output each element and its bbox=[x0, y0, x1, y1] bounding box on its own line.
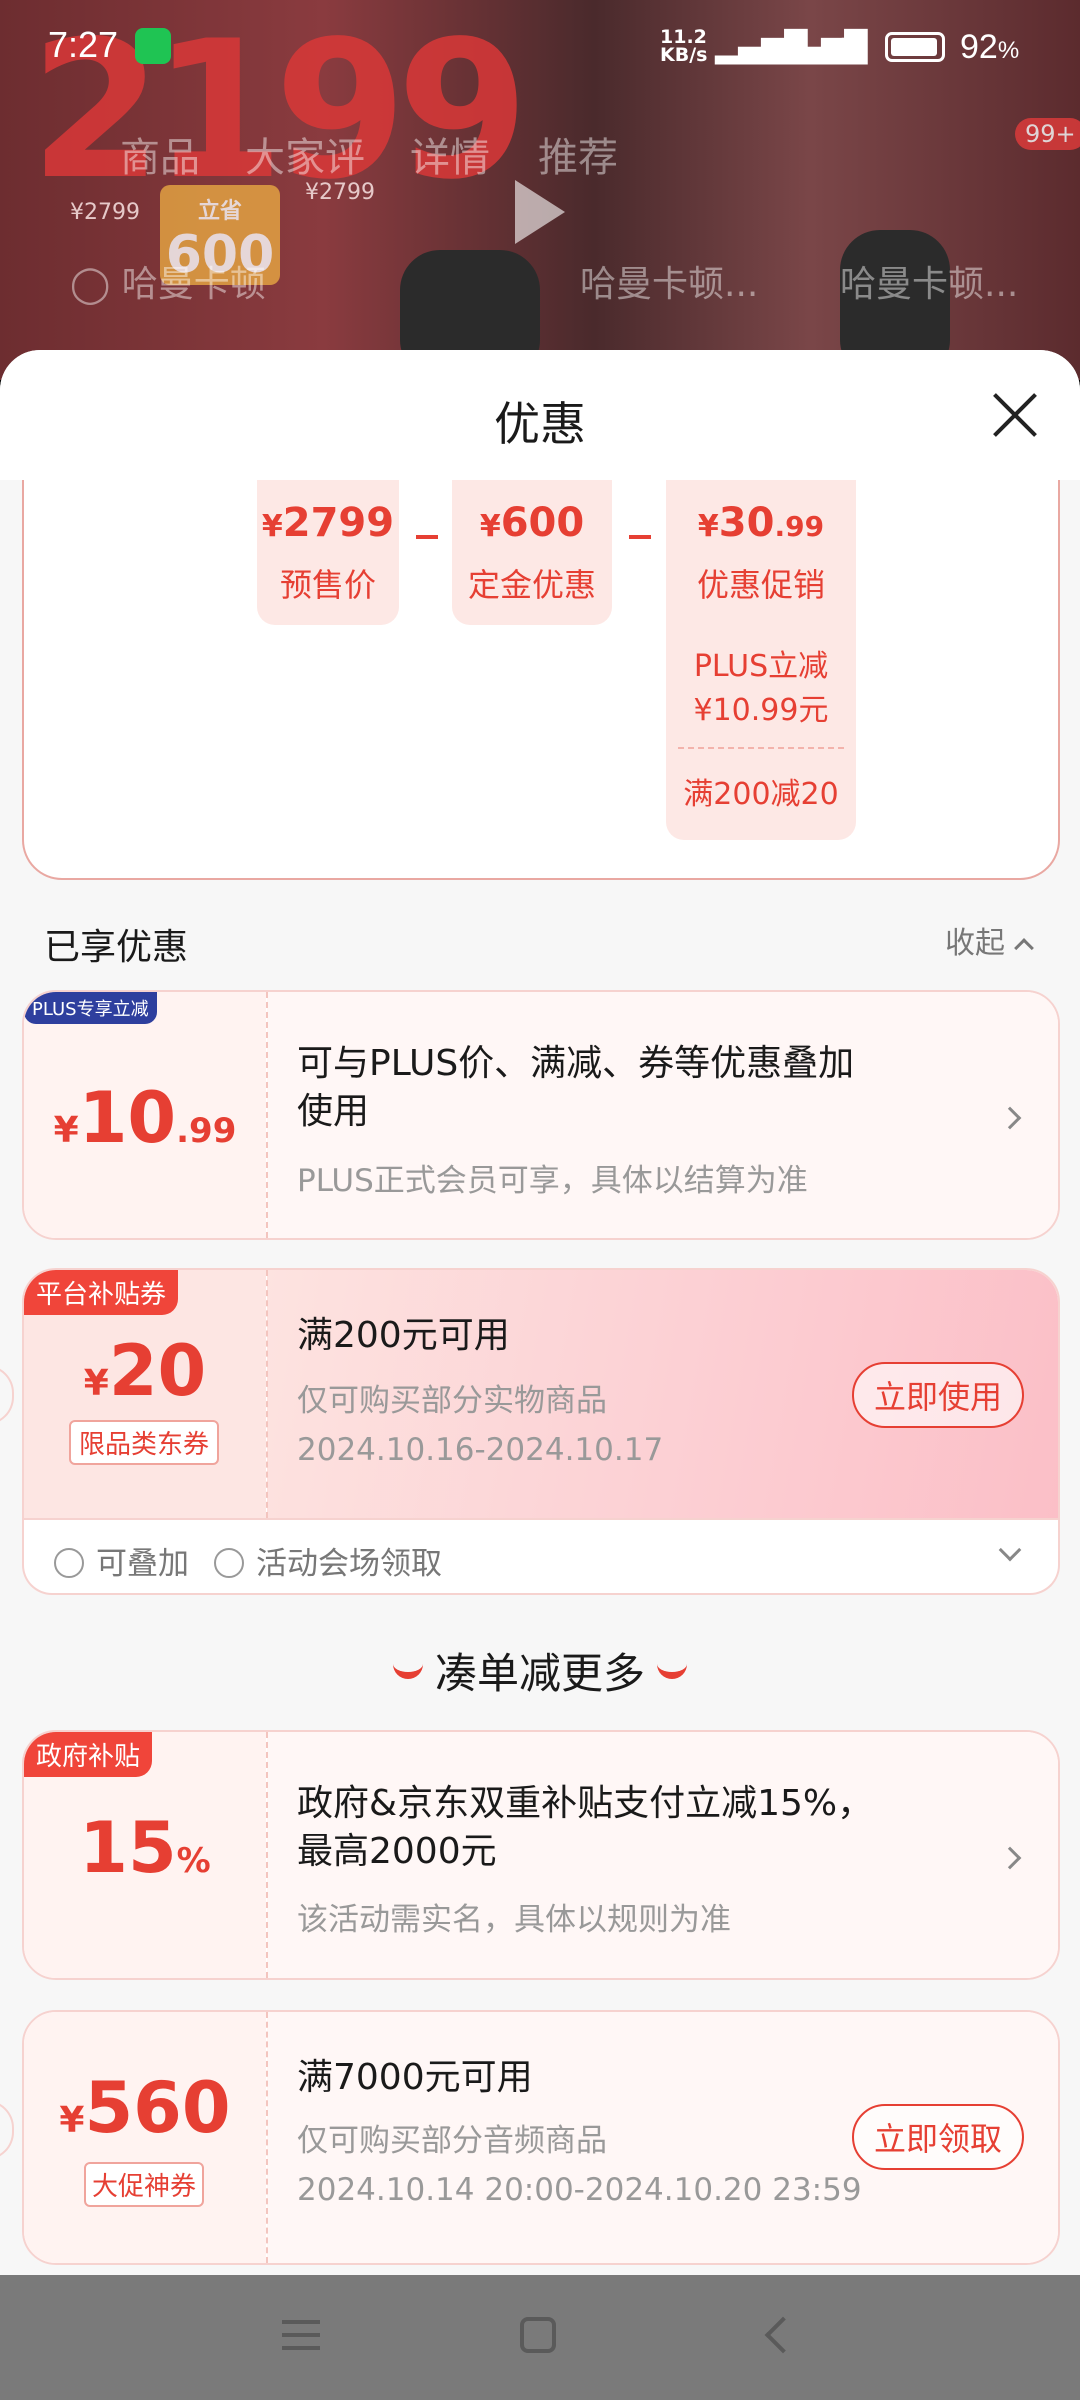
bg-tab-details: 详情 bbox=[410, 135, 490, 181]
promo-detail: PLUS立减 ¥10.99元 满200减20 bbox=[666, 625, 856, 840]
claim-now-button[interactable]: 立即领取 bbox=[851, 2104, 1024, 2170]
plus-card-desc: PLUS正式会员可享，具体以结算为准 bbox=[297, 1163, 808, 1199]
section-title-enjoyed: 已享优惠 bbox=[44, 927, 189, 968]
coupon-footer[interactable]: 可叠加 活动会场领取 bbox=[22, 1520, 1060, 1595]
battery-percent: 92% bbox=[960, 28, 1020, 66]
more-section-title: 凑单减更多 bbox=[0, 1640, 1080, 1701]
chevron-down-icon[interactable] bbox=[998, 1538, 1022, 1562]
promo-coupon-desc: 仅可购买部分音频商品 bbox=[297, 2123, 607, 2159]
coupon-notch bbox=[0, 1365, 14, 1425]
smile-icon bbox=[657, 1663, 687, 1679]
promo-label: 优惠促销 bbox=[696, 566, 825, 604]
status-time: 7:27 bbox=[48, 24, 119, 65]
back-icon[interactable] bbox=[764, 2316, 802, 2354]
presale-amount: 2799 bbox=[282, 500, 395, 546]
play-icon bbox=[515, 180, 565, 244]
plus-card-title: 可与PLUS价、满减、券等优惠叠加 使用 bbox=[297, 1043, 855, 1132]
bg-save-label: 立省 bbox=[197, 199, 242, 224]
use-now-button[interactable]: 立即使用 bbox=[851, 1362, 1024, 1428]
net-speed: 11.2 KB/s bbox=[660, 28, 708, 66]
battery-icon bbox=[885, 32, 945, 62]
gov-card-title: 政府&京东双重补贴支付立减15%， 最高2000元 bbox=[297, 1783, 874, 1872]
presale-label: 预售价 bbox=[279, 566, 376, 604]
gov-tag: 政府补贴 bbox=[24, 1732, 153, 1777]
source-info: 活动会场领取 bbox=[214, 1538, 442, 1583]
gov-amount: 15% bbox=[79, 1807, 211, 1889]
coupon-amount: ¥20 bbox=[83, 1330, 207, 1412]
promo-amount: 30 bbox=[718, 500, 775, 546]
menu-icon[interactable] bbox=[282, 2320, 320, 2350]
chevron-up-icon bbox=[1014, 938, 1034, 958]
bg-tab-product: 商品 bbox=[120, 135, 200, 181]
system-nav-bar bbox=[0, 2275, 1080, 2400]
ticket-icon bbox=[214, 1547, 244, 1578]
coupon-tag: 平台补贴券 bbox=[24, 1270, 179, 1315]
promo-item: 满200减20 bbox=[683, 777, 839, 812]
home-icon[interactable] bbox=[520, 2317, 556, 2353]
deposit-amount: 600 bbox=[500, 500, 585, 546]
promo-item: PLUS立减 bbox=[693, 649, 829, 684]
coupon-notch bbox=[0, 2100, 14, 2160]
bg-search-item: 哈曼卡顿... bbox=[580, 264, 759, 305]
bg-old-price: ¥2799 bbox=[70, 200, 140, 225]
promo-pill: ¥30.99 优惠促销 bbox=[666, 480, 856, 625]
stack-icon bbox=[54, 1547, 84, 1578]
coupon-desc: 仅可购买部分实物商品 bbox=[297, 1383, 607, 1419]
promo-coupon-amount: ¥560 bbox=[59, 2067, 231, 2149]
close-icon[interactable] bbox=[990, 390, 1040, 440]
collapse-button[interactable]: 收起 bbox=[945, 918, 1034, 962]
plus-amount: ¥10.99 bbox=[53, 1077, 237, 1159]
smile-icon bbox=[392, 1663, 423, 1679]
platform-coupon-card: 平台补贴券 ¥20 限品类东券 满200元可用 仅可购买部分实物商品 2024.… bbox=[22, 1268, 1060, 1520]
search-icon: ◯ bbox=[70, 264, 111, 305]
presale-price-pill: ¥2799 预售价 bbox=[257, 480, 399, 625]
bg-search-text: 哈曼卡顿 bbox=[121, 264, 266, 305]
plus-discount-card[interactable]: PLUS专享立减 ¥10.99 可与PLUS价、满减、券等优惠叠加 使用 PLU… bbox=[22, 990, 1060, 1240]
bg-cart-badge: 99+ bbox=[1015, 118, 1080, 150]
promo-coupon-card: ¥560 大促神券 满7000元可用 仅可购买部分音频商品 2024.10.14… bbox=[22, 2010, 1060, 2265]
bg-tab-recommend: 推荐 bbox=[538, 135, 618, 181]
minus-icon bbox=[416, 535, 438, 539]
minus-icon bbox=[629, 535, 651, 539]
plus-tag: PLUS专享立减 bbox=[24, 992, 157, 1024]
discount-sheet: ¥2799 预售价 ¥600 定金优惠 ¥30.99 优惠促销 PLUS立减 ¥… bbox=[0, 350, 1080, 2275]
net-speed-unit: KB/s bbox=[660, 44, 708, 66]
coupon-title: 满200元可用 bbox=[297, 1315, 510, 1356]
bg-tab-reviews: 大家评 bbox=[245, 135, 365, 181]
gov-subsidy-card[interactable]: 政府补贴 15% 政府&京东双重补贴支付立减15%， 最高2000元 该活动需实… bbox=[22, 1730, 1060, 1980]
promo-coupon-type-tag: 大促神券 bbox=[84, 2162, 204, 2207]
bg-search-item: 哈曼卡顿... bbox=[840, 264, 1019, 305]
price-breakdown: ¥2799 预售价 ¥600 定金优惠 ¥30.99 优惠促销 PLUS立减 ¥… bbox=[22, 480, 1060, 880]
wechat-icon bbox=[135, 28, 171, 64]
stackable-info: 可叠加 bbox=[54, 1538, 189, 1583]
deposit-pill: ¥600 定金优惠 bbox=[452, 480, 612, 625]
promo-coupon-title: 满7000元可用 bbox=[297, 2057, 533, 2098]
status-bar: 7:27 11.2 KB/s ▂▄▆█ ▂▄▆█ ◠ 92% bbox=[0, 0, 1080, 95]
bg-search-item: ◯ 哈曼卡顿 bbox=[70, 255, 266, 307]
promo-coupon-date: 2024.10.14 20:00-2024.10.20 23:59 bbox=[297, 2172, 862, 2208]
gov-card-desc: 该活动需实名，具体以规则为准 bbox=[297, 1902, 731, 1938]
sheet-title: 优惠 bbox=[494, 397, 586, 451]
bg-tab-bar: 商品 大家评 详情 推荐 bbox=[0, 125, 1080, 185]
deposit-label: 定金优惠 bbox=[467, 566, 596, 604]
wifi-icon: ◠ bbox=[830, 30, 857, 65]
coupon-date: 2024.10.16-2024.10.17 bbox=[297, 1432, 664, 1468]
promo-item: ¥10.99元 bbox=[693, 693, 829, 728]
coupon-type-tag: 限品类东券 bbox=[69, 1420, 219, 1465]
